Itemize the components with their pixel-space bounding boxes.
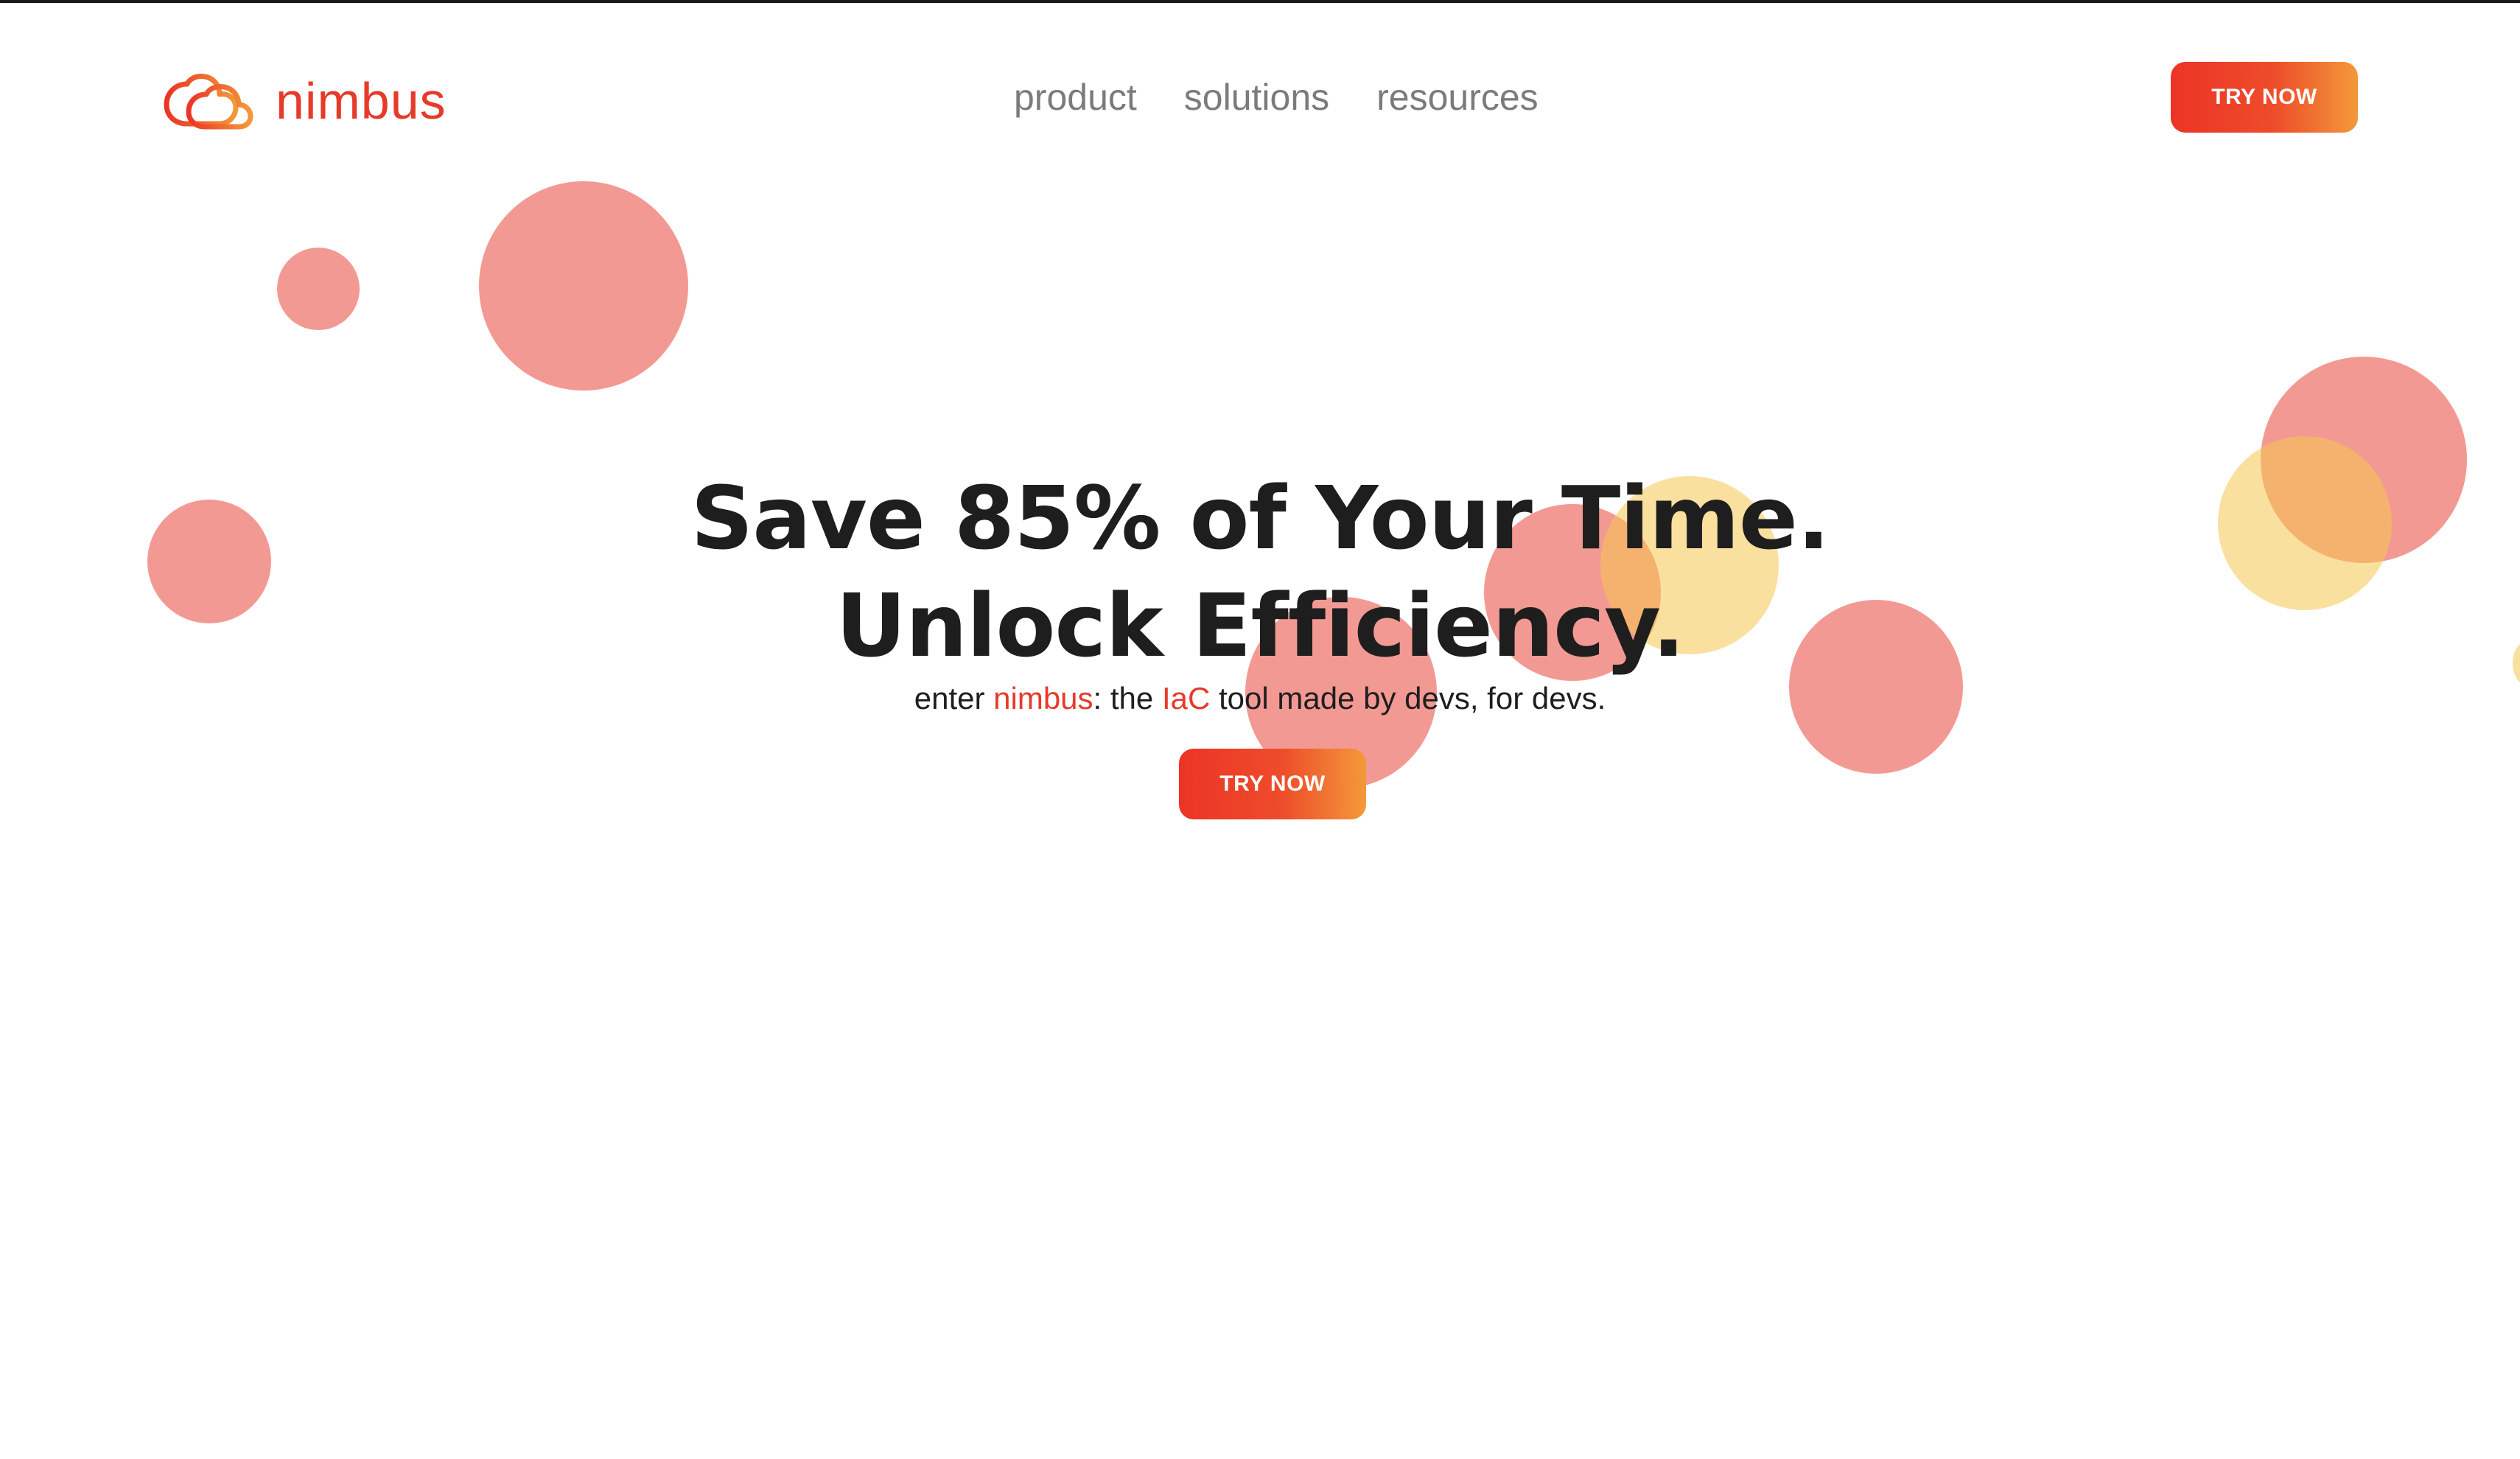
logo-text: nimbus [276,72,447,130]
cloud-icon [164,74,253,130]
decor-circle [277,248,360,330]
subtitle-iac: IaC [1161,681,1211,715]
hero-try-now-button[interactable]: TRY NOW [1179,749,1366,819]
landing-page: nimbus product solutions resources TRY N… [0,0,2520,1459]
logo-link[interactable]: nimbus [162,68,447,134]
header-try-now-button[interactable]: TRY NOW [2171,62,2358,133]
hero-subtitle: enter nimbus: the IaC tool made by devs,… [0,678,2520,719]
nav-item-product[interactable]: product [1014,79,1137,116]
subtitle-brand: nimbus [993,681,1093,715]
hero-title-line-1: Save 85% of Your Time. [690,467,1830,569]
hero-title: Save 85% of Your Time. Unlock Efficiency… [0,464,2520,679]
hero-title-line-2: Unlock Efficiency. [836,575,1685,676]
decor-circle [479,181,688,391]
subtitle-text: : the [1093,681,1162,715]
nav-item-solutions[interactable]: solutions [1184,79,1329,116]
subtitle-text: tool made by devs, for devs. [1210,681,1606,715]
top-border [0,0,2520,3]
main-nav: product solutions resources [1014,74,1539,121]
subtitle-text: enter [914,681,994,715]
nav-item-resources[interactable]: resources [1376,79,1539,116]
